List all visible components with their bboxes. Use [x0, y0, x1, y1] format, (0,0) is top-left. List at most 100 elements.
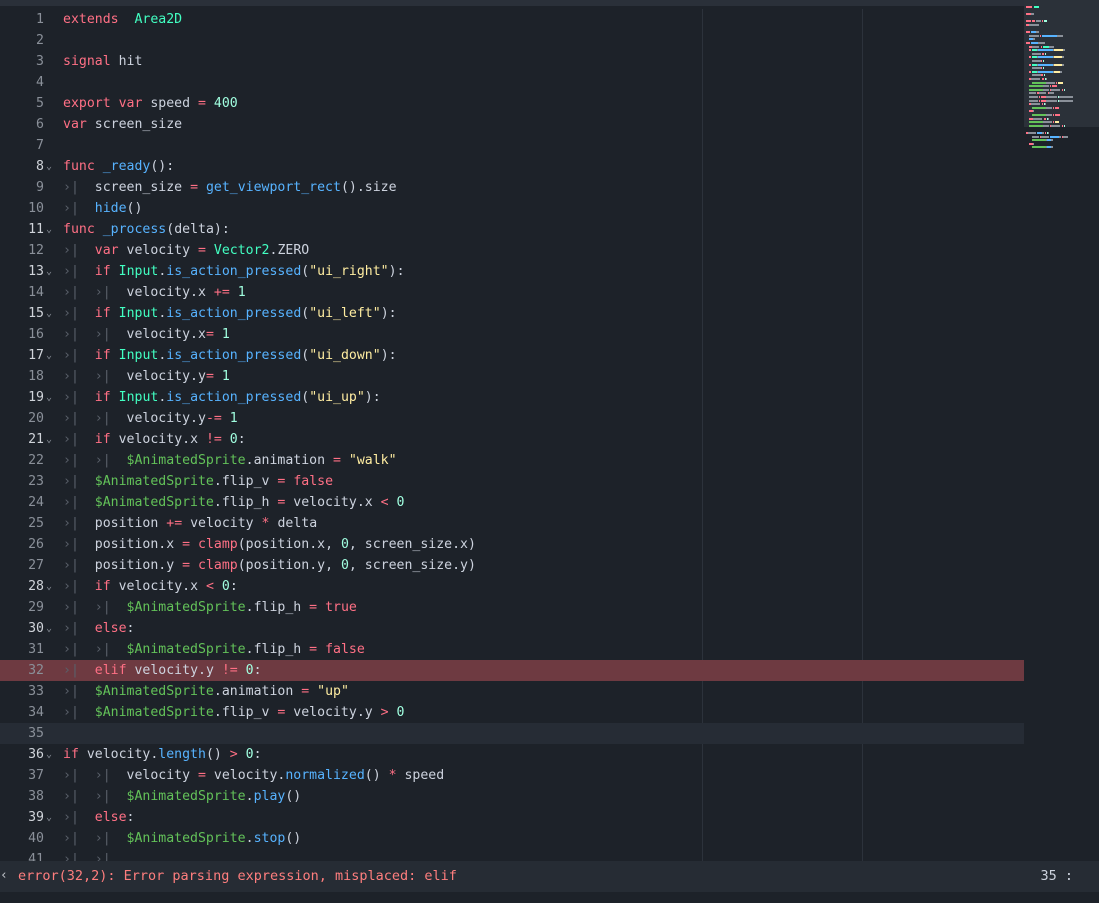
code-line[interactable]: 22 ›| ›| $AnimatedSprite.animation = "wal…: [0, 450, 1024, 471]
line-number[interactable]: 4: [0, 72, 44, 93]
line-number[interactable]: 39: [0, 807, 44, 828]
code-line[interactable]: 18 ›| ›| velocity.y= 1: [0, 366, 1024, 387]
code-line[interactable]: 20 ›| ›| velocity.y-= 1: [0, 408, 1024, 429]
line-number[interactable]: 28: [0, 576, 44, 597]
code-editor[interactable]: 1 extends Area2D 2 3 signal hit 4 5 export var …: [0, 9, 1024, 861]
line-number[interactable]: 19: [0, 387, 44, 408]
error-message[interactable]: error(32,2): Error parsing expression, m…: [18, 861, 457, 891]
chevron-down-icon[interactable]: ⌄: [46, 387, 58, 408]
line-number[interactable]: 34: [0, 702, 44, 723]
line-number[interactable]: 25: [0, 513, 44, 534]
line-number[interactable]: 31: [0, 639, 44, 660]
minimap-stroke: [1029, 124, 1043, 127]
code-line[interactable]: 2: [0, 30, 1024, 51]
code-line[interactable]: 33 ›| $AnimatedSprite.animation = "up": [0, 681, 1024, 702]
code-line[interactable]: 5 export var speed = 400: [0, 93, 1024, 114]
line-number[interactable]: 17: [0, 345, 44, 366]
code-line[interactable]: 25 ›| position += velocity * delta: [0, 513, 1024, 534]
line-number[interactable]: 21: [0, 429, 44, 450]
line-number[interactable]: 9: [0, 177, 44, 198]
code-line[interactable]: 36 ⌄ if velocity.length() > 0:: [0, 744, 1024, 765]
code-line[interactable]: 28 ⌄ ›| if velocity.x < 0:: [0, 576, 1024, 597]
code-line[interactable]: 6 var screen_size: [0, 114, 1024, 135]
code-line[interactable]: 4: [0, 72, 1024, 93]
code-line[interactable]: 3 signal hit: [0, 51, 1024, 72]
line-number[interactable]: 2: [0, 30, 44, 51]
line-number[interactable]: 26: [0, 534, 44, 555]
minimap-stroke: [1041, 74, 1043, 77]
code-line[interactable]: 8 ⌄ func _ready():: [0, 156, 1024, 177]
line-number[interactable]: 5: [0, 93, 44, 114]
code-line[interactable]: 41 ›| ›|: [0, 849, 1024, 861]
code-line[interactable]: 14 ›| ›| velocity.x += 1: [0, 282, 1024, 303]
code-line[interactable]: 35: [0, 723, 1024, 744]
code-line[interactable]: 27 ›| position.y = clamp(position.y, 0, s…: [0, 555, 1024, 576]
line-number[interactable]: 33: [0, 681, 44, 702]
code-line[interactable]: 19 ⌄ ›| if Input.is_action_pressed("ui_up"…: [0, 387, 1024, 408]
chevron-down-icon[interactable]: ⌄: [46, 807, 58, 828]
code-line[interactable]: 16 ›| ›| velocity.x= 1: [0, 324, 1024, 345]
line-number[interactable]: 11: [0, 219, 44, 240]
chevron-down-icon[interactable]: ⌄: [46, 744, 58, 765]
code-line[interactable]: 13 ⌄ ›| if Input.is_action_pressed("ui_rig…: [0, 261, 1024, 282]
line-number[interactable]: 38: [0, 786, 44, 807]
line-number[interactable]: 16: [0, 324, 44, 345]
chevron-down-icon[interactable]: ⌄: [46, 429, 58, 450]
code-line[interactable]: 11 ⌄ func _process(delta):: [0, 219, 1024, 240]
code-line[interactable]: 26 ›| position.x = clamp(position.x, 0, s…: [0, 534, 1024, 555]
line-number[interactable]: 3: [0, 51, 44, 72]
minimap[interactable]: [1024, 0, 1099, 860]
chevron-down-icon[interactable]: ⌄: [46, 156, 58, 177]
minimap-stroke: [1043, 85, 1049, 88]
code-line[interactable]: 38 ›| ›| $AnimatedSprite.play(): [0, 786, 1024, 807]
line-number[interactable]: 1: [0, 9, 44, 30]
code-line[interactable]: 1 extends Area2D: [0, 9, 1024, 30]
line-number[interactable]: 8: [0, 156, 44, 177]
code-line[interactable]: 23 ›| $AnimatedSprite.flip_v = false: [0, 471, 1024, 492]
code-line[interactable]: 29 ›| ›| $AnimatedSprite.flip_h = true: [0, 597, 1024, 618]
code-line[interactable]: 39 ⌄ ›| else:: [0, 807, 1024, 828]
line-number[interactable]: 24: [0, 492, 44, 513]
code-line[interactable]: 34 ›| $AnimatedSprite.flip_v = velocity.y…: [0, 702, 1024, 723]
line-number[interactable]: 23: [0, 471, 44, 492]
line-number[interactable]: 14: [0, 282, 44, 303]
code-line[interactable]: 21 ⌄ ›| if velocity.x != 0:: [0, 429, 1024, 450]
code-line[interactable]: 7: [0, 135, 1024, 156]
code-line[interactable]: 9 ›| screen_size = get_viewport_rect().si…: [0, 177, 1024, 198]
chevron-down-icon[interactable]: ⌄: [46, 618, 58, 639]
line-number[interactable]: 27: [0, 555, 44, 576]
code-line[interactable]: 24 ›| $AnimatedSprite.flip_h = velocity.x…: [0, 492, 1024, 513]
code-line[interactable]: 37 ›| ›| velocity = velocity.normalized()…: [0, 765, 1024, 786]
code-line[interactable]: 17 ⌄ ›| if Input.is_action_pressed("ui_dow…: [0, 345, 1024, 366]
line-number[interactable]: 10: [0, 198, 44, 219]
code-line[interactable]: 12 ›| var velocity = Vector2.ZERO: [0, 240, 1024, 261]
line-number[interactable]: 35: [0, 723, 44, 744]
line-number[interactable]: 37: [0, 765, 44, 786]
line-number[interactable]: 22: [0, 450, 44, 471]
chevron-down-icon[interactable]: ⌄: [46, 576, 58, 597]
line-number[interactable]: 41: [0, 849, 44, 861]
line-number[interactable]: 30: [0, 618, 44, 639]
line-number[interactable]: 7: [0, 135, 44, 156]
line-number[interactable]: 40: [0, 828, 44, 849]
code-line[interactable]: 31 ›| ›| $AnimatedSprite.flip_h = false: [0, 639, 1024, 660]
line-number[interactable]: 29: [0, 597, 44, 618]
code-line[interactable]: 40 ›| ›| $AnimatedSprite.stop(): [0, 828, 1024, 849]
line-number[interactable]: 18: [0, 366, 44, 387]
chevron-down-icon[interactable]: ⌄: [46, 303, 58, 324]
code-line-error[interactable]: 32 ›| elif velocity.y != 0:: [0, 660, 1024, 681]
chevron-left-icon[interactable]: ‹: [0, 861, 8, 891]
code-line[interactable]: 10 ›| hide(): [0, 198, 1024, 219]
code-line[interactable]: 15 ⌄ ›| if Input.is_action_pressed("ui_lef…: [0, 303, 1024, 324]
line-number[interactable]: 13: [0, 261, 44, 282]
chevron-down-icon[interactable]: ⌄: [46, 261, 58, 282]
line-number[interactable]: 32: [0, 660, 44, 681]
line-number[interactable]: 6: [0, 114, 44, 135]
line-number[interactable]: 15: [0, 303, 44, 324]
code-line[interactable]: 30 ⌄ ›| else:: [0, 618, 1024, 639]
line-number[interactable]: 12: [0, 240, 44, 261]
chevron-down-icon[interactable]: ⌄: [46, 345, 58, 366]
line-number[interactable]: 36: [0, 744, 44, 765]
chevron-down-icon[interactable]: ⌄: [46, 219, 58, 240]
line-number[interactable]: 20: [0, 408, 44, 429]
